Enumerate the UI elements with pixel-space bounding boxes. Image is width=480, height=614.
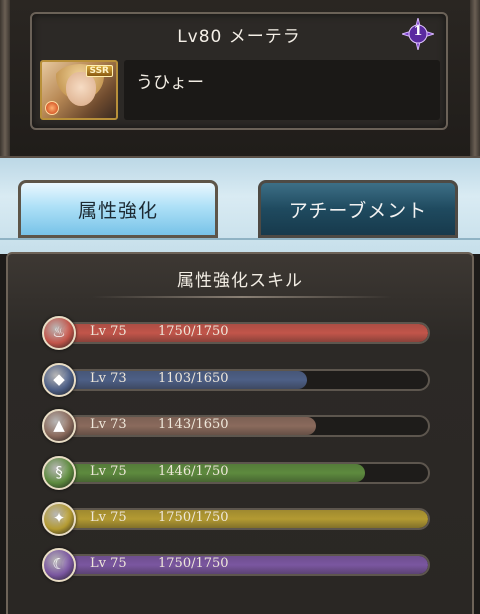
rarity-badge: SSR <box>85 65 113 77</box>
title-divider <box>92 296 392 298</box>
skill-level: Lv 73 <box>90 417 127 432</box>
skill-row-water: ◆ Lv 73 1103/1650 <box>42 363 432 397</box>
skill-exp: 1750/1750 <box>158 324 229 339</box>
character-title: Lv80 メーテラ <box>177 27 301 47</box>
character-panel: Lv80 メーテラ 1 SSR うひょー <box>0 0 480 158</box>
tab-achievement[interactable]: アチーブメント <box>258 180 458 238</box>
skill-exp: 1750/1750 <box>158 510 229 525</box>
frame-left <box>0 0 10 156</box>
skill-level: Lv 75 <box>90 510 127 525</box>
skill-level: Lv 75 <box>90 556 127 571</box>
skills-panel-title: 属性強化スキル <box>177 271 303 291</box>
earth-icon: ▲ <box>42 409 76 443</box>
comment-text: うひょー <box>136 73 204 93</box>
portrait-face <box>66 72 96 106</box>
character-card[interactable]: Lv80 メーテラ 1 SSR うひょー <box>30 12 448 130</box>
skill-level: Lv 75 <box>90 324 127 339</box>
rank-number: 1 <box>413 24 423 39</box>
skill-row-dark: ☾ Lv 75 1750/1750 <box>42 548 432 582</box>
skill-level: Lv 75 <box>90 464 127 479</box>
character-portrait[interactable]: SSR <box>40 60 118 120</box>
skill-exp: 1143/1650 <box>158 417 229 432</box>
comment-box: うひょー <box>124 60 440 120</box>
light-icon: ✦ <box>42 502 76 536</box>
wind-icon: § <box>42 456 76 490</box>
skills-panel: 属性強化スキル ♨ Lv 75 1750/1750 ◆ Lv 73 1103/1… <box>6 252 474 614</box>
fire-icon: ♨ <box>42 316 76 350</box>
skill-exp: 1750/1750 <box>158 556 229 571</box>
skill-row-fire: ♨ Lv 75 1750/1750 <box>42 316 432 350</box>
skill-exp: 1446/1750 <box>158 464 229 479</box>
tab-strip-divider <box>0 238 480 240</box>
rank-badge: 1 <box>400 17 436 51</box>
skill-row-light: ✦ Lv 75 1750/1750 <box>42 502 432 536</box>
dark-icon: ☾ <box>42 548 76 582</box>
skill-row-earth: ▲ Lv 73 1143/1650 <box>42 409 432 443</box>
element-fire-icon <box>45 101 59 115</box>
skill-exp: 1103/1650 <box>158 371 229 386</box>
tab-element-boost[interactable]: 属性強化 <box>18 180 218 238</box>
tab-strip: 属性強化 アチーブメント <box>0 158 480 254</box>
frame-right <box>470 0 480 156</box>
skill-level: Lv 73 <box>90 371 127 386</box>
skill-row-wind: § Lv 75 1446/1750 <box>42 456 432 490</box>
water-icon: ◆ <box>42 363 76 397</box>
